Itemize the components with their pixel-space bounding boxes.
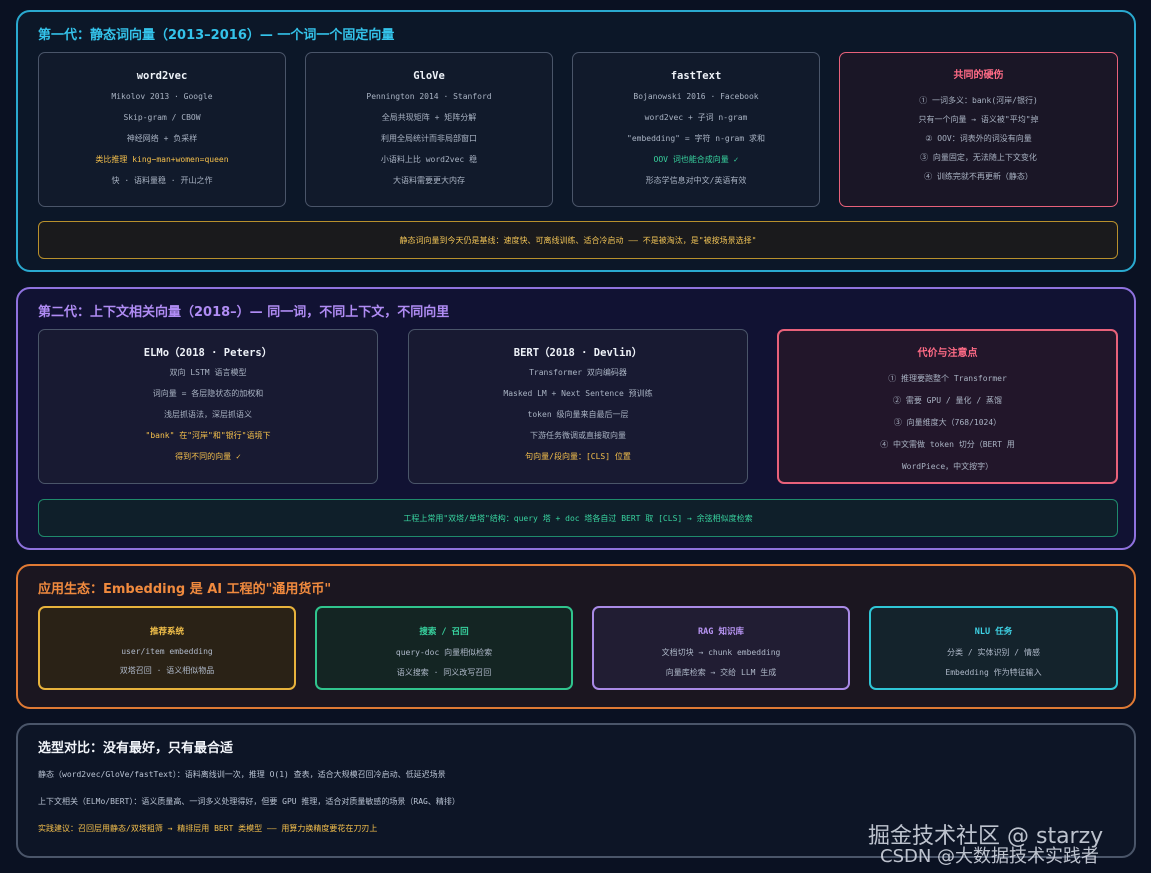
cost-item: WordPiece，中文按字） (901, 462, 994, 471)
card-title: 代价与注意点 (917, 348, 978, 359)
card-line: Mikolov 2013 · Google (111, 92, 213, 101)
card-title: ELMo（2018 · Peters） (143, 347, 273, 359)
card-line: word2vec + 子词 n-gram (644, 113, 748, 122)
gen2-title: 第二代：上下文相关向量（2018–）— 同一词，不同上下文，不同向里 (38, 305, 450, 320)
card-highlight: 类比推理 king−man+women=queen (95, 155, 229, 164)
eco-card-search: 搜索 / 召回 query-doc 向量相似检索 语义搜索 · 同义改写召回 (315, 606, 573, 690)
eco-card-title: RAG 知识库 (698, 627, 744, 637)
card-fasttext: fastText Bojanowski 2016 · Facebook word… (572, 52, 820, 207)
card-flaws: 共同的硬伤 ① 一词多义：bank(河岸/银行) 只有一个向量 → 语义被"平均… (839, 52, 1118, 207)
gen2-section: 第二代：上下文相关向量（2018–）— 同一词，不同上下文，不同向里 ELMo（… (16, 287, 1136, 550)
cost-item: ② 需要 GPU / 量化 / 蒸馏 (893, 396, 1002, 405)
card-title: 共同的硬伤 (953, 70, 1004, 81)
card-bert: BERT（2018 · Devlin） Transformer 双向编码器 Ma… (408, 329, 748, 484)
card-cost: 代价与注意点 ① 推理要跑整个 Transformer ② 需要 GPU / 量… (777, 329, 1118, 484)
card-line: Skip-gram / CBOW (123, 113, 201, 122)
flaw-item: ④ 训练完就不再更新（静态） (924, 172, 1033, 181)
eco-section: 应用生态：Embedding 是 AI 工程的"通用货币" 推荐系统 user/… (16, 564, 1136, 709)
eco-card-line: Embedding 作为特征输入 (945, 668, 1042, 677)
card-line: 小语料上比 word2vec 稳 (380, 155, 478, 164)
flaw-item: ③ 向量固定，无法随上下文变化 (920, 153, 1037, 162)
eco-card-line: user/item embedding (121, 647, 213, 656)
card-title: GloVe (413, 70, 445, 82)
flaw-item: 只有一个向量 → 语义被"平均"掉 (918, 115, 1039, 124)
card-highlight: 句向量/段向量：[CLS] 位置 (525, 452, 631, 461)
flaw-item: ② OOV：词表外的词没有向量 (925, 134, 1032, 143)
cost-item: ④ 中文需做 token 切分（BERT 用 (880, 440, 1015, 449)
eco-card-line: 文档切块 → chunk embedding (661, 648, 781, 657)
card-title: BERT（2018 · Devlin） (513, 347, 643, 359)
card-highlight: "bank" 在"河岸"和"银行"语境下 (145, 431, 271, 440)
eco-card-line: 分类 / 实体识别 / 情感 (947, 648, 1040, 657)
eco-card-title: NLU 任务 (974, 627, 1013, 637)
card-elmo: ELMo（2018 · Peters） 双向 LSTM 语言模型 词向量 = 各… (38, 329, 378, 484)
eco-card-title: 搜索 / 召回 (419, 627, 469, 637)
card-line: 形态学信息对中文/英语有效 (645, 176, 747, 185)
watermark-csdn: CSDN @大数据技术实践者 (880, 846, 1100, 867)
card-line: 浅层抓语法，深层抓语义 (164, 410, 252, 419)
card-line: 利用全局统计而非局部窗口 (381, 134, 477, 143)
card-line: 双向 LSTM 语言模型 (169, 368, 247, 377)
card-line: 快 · 语料量稳 · 开山之作 (111, 176, 213, 185)
eco-title: 应用生态：Embedding 是 AI 工程的"通用货币" (38, 582, 332, 597)
compare-advice: 实践建议：召回层用静态/双塔粗筛 → 精排层用 BERT 类模型 —— 用算力换… (38, 824, 378, 833)
compare-static: 静态（word2vec/GloVe/fastText）：语料离线训一次，推理 O… (38, 770, 446, 779)
cost-item: ① 推理要跑整个 Transformer (888, 374, 1007, 383)
card-line: token 级向量来自最后一层 (527, 410, 629, 419)
flaw-item: ① 一词多义：bank(河岸/银行) (919, 96, 1038, 105)
card-line: Bojanowski 2016 · Facebook (633, 92, 759, 101)
card-line: 神经网络 + 负采样 (126, 134, 198, 143)
eco-card-nlu: NLU 任务 分类 / 实体识别 / 情感 Embedding 作为特征输入 (869, 606, 1118, 690)
eco-card-line: 双塔召回 · 语义相似物品 (119, 666, 215, 675)
compare-contextual: 上下文相关（ELMo/BERT）：语义质量高、一词多义处理得好，但要 GPU 推… (38, 797, 460, 806)
card-line: 下游任务微调或直接取向量 (530, 431, 626, 440)
eco-card-line: query-doc 向量相似检索 (395, 648, 493, 657)
card-line: 词向量 = 各层隐状态的加权和 (152, 389, 264, 398)
compare-title: 选型对比：没有最好，只有最合适 (38, 741, 234, 756)
eco-card-recsys: 推荐系统 user/item embedding 双塔召回 · 语义相似物品 (38, 606, 296, 690)
gen1-note: 静态词向量到今天仍是基线：速度快、可离线训练、适合冷启动 —— 不是被淘汰，是"… (38, 221, 1118, 259)
card-title: word2vec (136, 70, 188, 82)
eco-card-title: 推荐系统 (149, 627, 184, 637)
card-line: "embedding" = 字符 n-gram 求和 (627, 134, 765, 143)
eco-card-rag: RAG 知识库 文档切块 → chunk embedding 向量库检索 → 交… (592, 606, 850, 690)
card-glove: GloVe Pennington 2014 · Stanford 全局共现矩阵 … (305, 52, 553, 207)
card-word2vec: word2vec Mikolov 2013 · Google Skip-gram… (38, 52, 286, 207)
gen2-note: 工程上常用"双塔/单塔"结构：query 塔 + doc 塔各自过 BERT 取… (38, 499, 1118, 537)
gen1-section: 第一代：静态词向量（2013–2016）— 一个词一个固定向量 word2vec… (16, 10, 1136, 272)
eco-card-line: 向量库检索 → 交给 LLM 生成 (665, 668, 777, 677)
card-highlight: 得到不同的向量 ✓ (175, 452, 241, 461)
card-line: Transformer 双向编码器 (529, 368, 627, 377)
card-line: 大语料需要更大内存 (393, 176, 465, 185)
gen1-title: 第一代：静态词向量（2013–2016）— 一个词一个固定向量 (38, 28, 395, 43)
card-line: Masked LM + Next Sentence 预训练 (503, 389, 653, 398)
card-title: fastText (670, 70, 722, 82)
eco-card-line: 语义搜索 · 同义改写召回 (396, 668, 492, 677)
card-line: 全局共现矩阵 + 矩阵分解 (381, 113, 477, 122)
card-highlight: OOV 词也能合成向量 ✓ (653, 155, 739, 164)
card-line: Pennington 2014 · Stanford (366, 92, 492, 101)
cost-item: ③ 向量维度大（768/1024） (893, 418, 1002, 427)
